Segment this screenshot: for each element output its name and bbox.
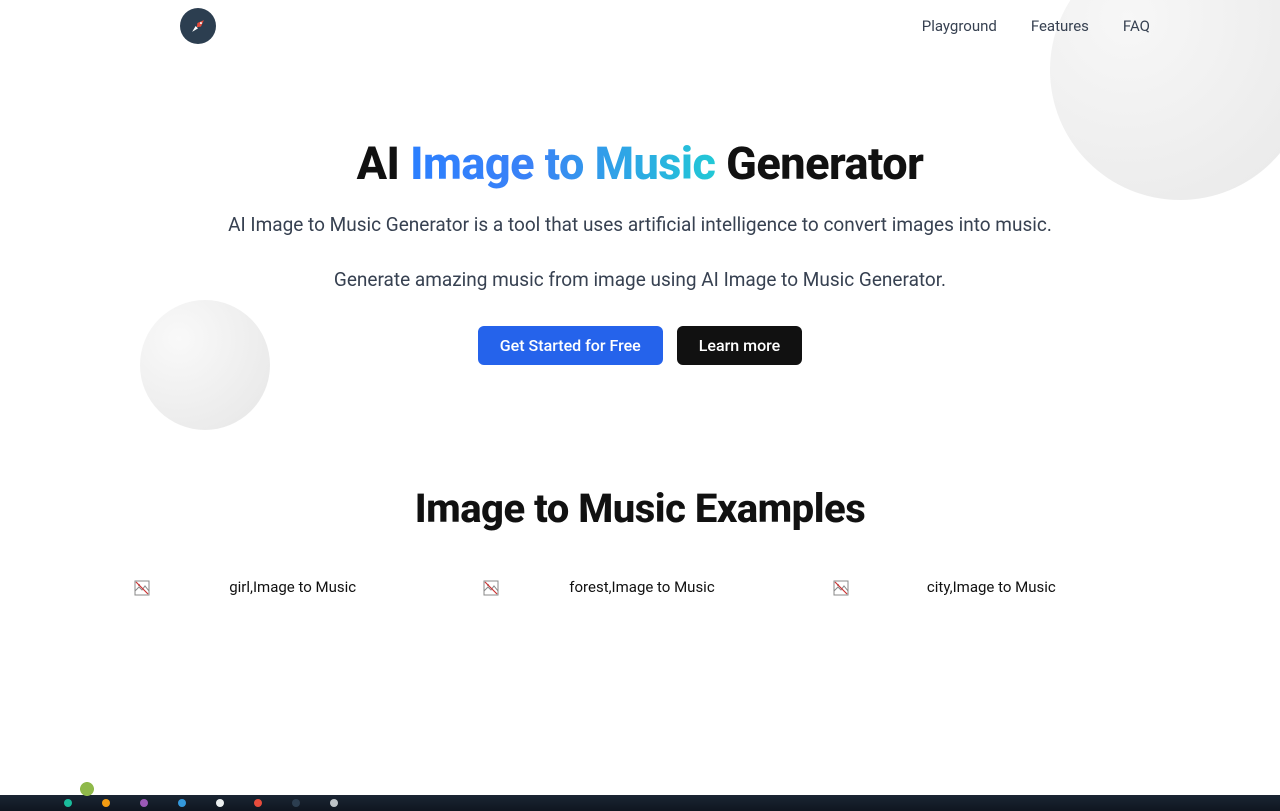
logo[interactable] [180,8,216,44]
broken-image-placeholder: city,Image to Music [829,572,1150,596]
get-started-button[interactable]: Get Started for Free [478,326,663,365]
example-alt-text: city,Image to Music [857,578,1150,596]
examples-heading: Image to Music Examples [130,485,1150,532]
taskbar-app-icon[interactable] [254,799,262,807]
example-alt-text: forest,Image to Music [507,578,800,596]
hero-title-gradient: Image to Music [410,137,715,190]
broken-image-icon [134,580,150,596]
rocket-icon [184,12,212,40]
hero-section: AI Image to Music Generator AI Image to … [190,139,1090,365]
broken-image-icon [483,580,499,596]
hero-description: AI Image to Music Generator is a tool th… [210,211,1070,294]
example-card: girl,Image to Music [130,572,451,802]
example-cards: girl,Image to Music forest,Image to Musi… [130,572,1150,802]
nav-playground[interactable]: Playground [922,17,997,35]
learn-more-button[interactable]: Learn more [677,326,802,365]
broken-image-placeholder: girl,Image to Music [130,572,451,596]
taskbar-app-icon[interactable] [102,799,110,807]
header: Playground Features FAQ [0,0,1280,44]
taskbar-app-icon[interactable] [140,799,148,807]
nav-features[interactable]: Features [1031,17,1089,35]
examples-section: Image to Music Examples girl,Image to Mu… [0,485,1280,802]
taskbar-app-icon[interactable] [178,799,186,807]
example-alt-text: girl,Image to Music [158,578,451,596]
cta-row: Get Started for Free Learn more [210,326,1070,365]
taskbar-app-icon[interactable] [330,799,338,807]
hero-title-pre: AI [357,137,411,190]
hero-title-post: Generator [715,137,923,190]
taskbar-app-icon[interactable] [64,799,72,807]
os-taskbar[interactable] [0,795,1280,811]
hero-desc-line-1: AI Image to Music Generator is a tool th… [210,211,1070,239]
taskbar-app-icon[interactable] [216,799,224,807]
main-nav: Playground Features FAQ [922,17,1150,35]
hero-desc-line-2: Generate amazing music from image using … [210,266,1070,294]
broken-image-icon [833,580,849,596]
example-card: forest,Image to Music [479,572,800,802]
nav-faq[interactable]: FAQ [1123,17,1150,35]
example-card: city,Image to Music [829,572,1150,802]
hero-title: AI Image to Music Generator [210,139,1070,189]
taskbar-app-icon[interactable] [292,799,300,807]
broken-image-placeholder: forest,Image to Music [479,572,800,596]
